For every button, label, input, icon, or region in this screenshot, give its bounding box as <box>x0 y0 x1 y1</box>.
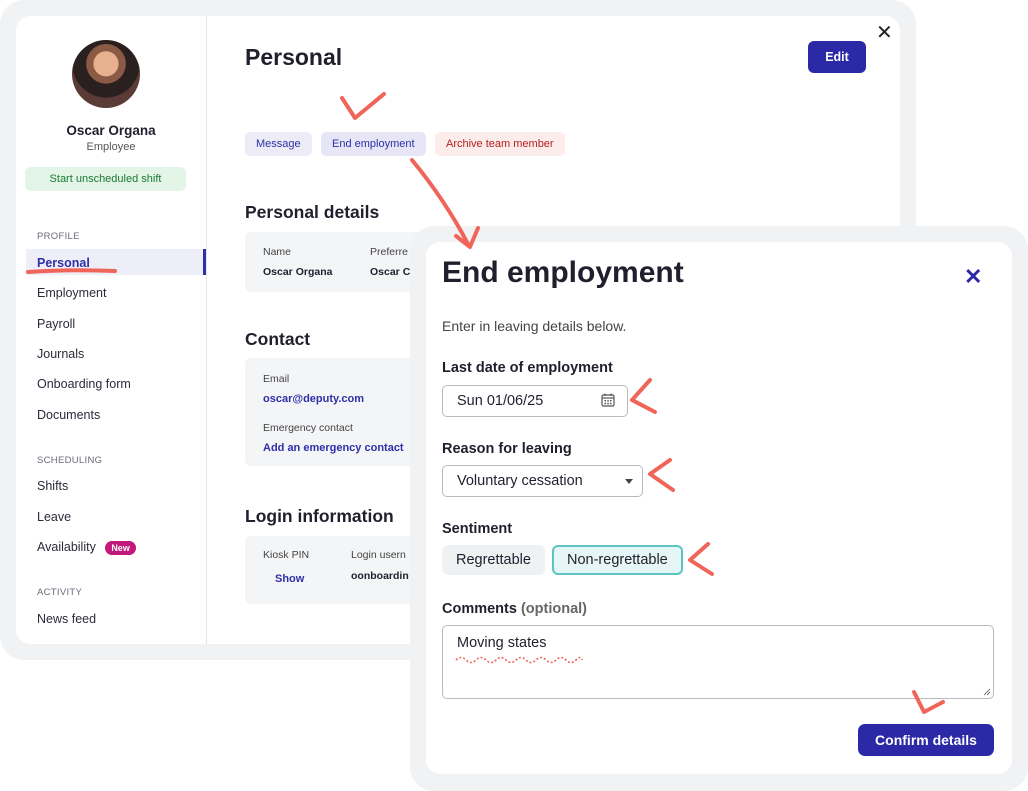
reason-for-leaving-value: Voluntary cessation <box>457 473 583 489</box>
email-link[interactable]: oscar@deputy.com <box>263 393 364 405</box>
comments-label: Comments (optional) <box>442 601 587 617</box>
login-username-value: oonboardin <box>351 570 409 582</box>
comments-textarea[interactable]: Moving states <box>442 625 994 699</box>
resize-grip-icon[interactable] <box>983 688 991 696</box>
modal-subtitle: Enter in leaving details below. <box>442 318 627 334</box>
name-label: Name <box>263 246 292 258</box>
profile-name: Oscar Organa <box>66 123 156 138</box>
profile-role: Employee <box>86 141 136 153</box>
show-kiosk-pin-link[interactable]: Show <box>275 573 304 585</box>
profile-sidebar: Oscar Organa Employee Start unscheduled … <box>16 16 207 644</box>
page-title: Personal <box>245 44 343 70</box>
reason-for-leaving-label: Reason for leaving <box>442 441 572 457</box>
sidebar-item-employment[interactable]: Employment <box>37 286 106 300</box>
sidebar-item-news-feed[interactable]: News feed <box>37 612 96 626</box>
close-icon[interactable]: ✕ <box>876 20 893 45</box>
archive-team-member-button[interactable]: Archive team member <box>435 132 565 156</box>
sidebar-item-shifts[interactable]: Shifts <box>37 479 68 493</box>
end-employment-button[interactable]: End employment <box>321 132 426 156</box>
last-date-label: Last date of employment <box>442 360 613 376</box>
section-label-activity: ACTIVITY <box>37 587 83 598</box>
end-employment-modal: End employment ✕ Enter in leaving detail… <box>426 242 1012 774</box>
add-emergency-contact-link[interactable]: Add an emergency contact <box>263 442 404 454</box>
preferred-name-label: Preferre <box>370 246 408 258</box>
confirm-details-button[interactable]: Confirm details <box>858 724 994 756</box>
sidebar-item-label: Personal <box>37 256 90 270</box>
reason-for-leaving-select[interactable]: Voluntary cessation <box>442 465 643 497</box>
comments-label-text: Comments <box>442 601 517 617</box>
active-indicator <box>203 249 206 275</box>
sidebar-item-payroll[interactable]: Payroll <box>37 317 75 331</box>
preferred-name-value: Oscar C <box>370 266 411 278</box>
calendar-icon[interactable] <box>601 393 615 407</box>
section-label-scheduling: SCHEDULING <box>37 455 103 466</box>
kiosk-pin-label: Kiosk PIN <box>263 549 310 561</box>
sentiment-label: Sentiment <box>442 521 513 537</box>
sidebar-item-journals[interactable]: Journals <box>37 347 84 361</box>
personal-details-title: Personal details <box>245 202 380 222</box>
sidebar-item-availability[interactable]: Availability New <box>37 540 136 555</box>
edit-button[interactable]: Edit <box>808 41 866 73</box>
section-label-profile: PROFILE <box>37 231 80 242</box>
sidebar-item-leave[interactable]: Leave <box>37 510 71 524</box>
email-label: Email <box>263 373 290 385</box>
comments-optional-hint: (optional) <box>520 601 588 617</box>
sentiment-non-regrettable-option[interactable]: Non-regrettable <box>552 545 683 575</box>
login-username-label: Login usern <box>351 549 406 561</box>
chevron-down-icon <box>625 479 633 484</box>
last-date-field[interactable]: Sun 01/06/25 <box>442 385 628 417</box>
sidebar-item-documents[interactable]: Documents <box>37 408 100 422</box>
name-value: Oscar Organa <box>263 266 333 278</box>
start-unscheduled-shift-button[interactable]: Start unscheduled shift <box>25 167 186 191</box>
close-icon[interactable]: ✕ <box>964 264 982 290</box>
sentiment-regrettable-option[interactable]: Regrettable <box>442 545 545 575</box>
avatar <box>72 40 140 108</box>
contact-title: Contact <box>245 329 311 349</box>
last-date-value: Sun 01/06/25 <box>457 393 544 409</box>
comments-value: Moving states <box>457 635 547 651</box>
message-button[interactable]: Message <box>245 132 312 156</box>
sidebar-item-label: Availability <box>37 540 96 554</box>
modal-title: End employment <box>442 256 684 289</box>
login-information-title: Login information <box>245 506 394 526</box>
emergency-contact-label: Emergency contact <box>263 422 353 434</box>
sidebar-item-onboarding-form[interactable]: Onboarding form <box>37 377 131 391</box>
new-badge: New <box>105 541 136 555</box>
